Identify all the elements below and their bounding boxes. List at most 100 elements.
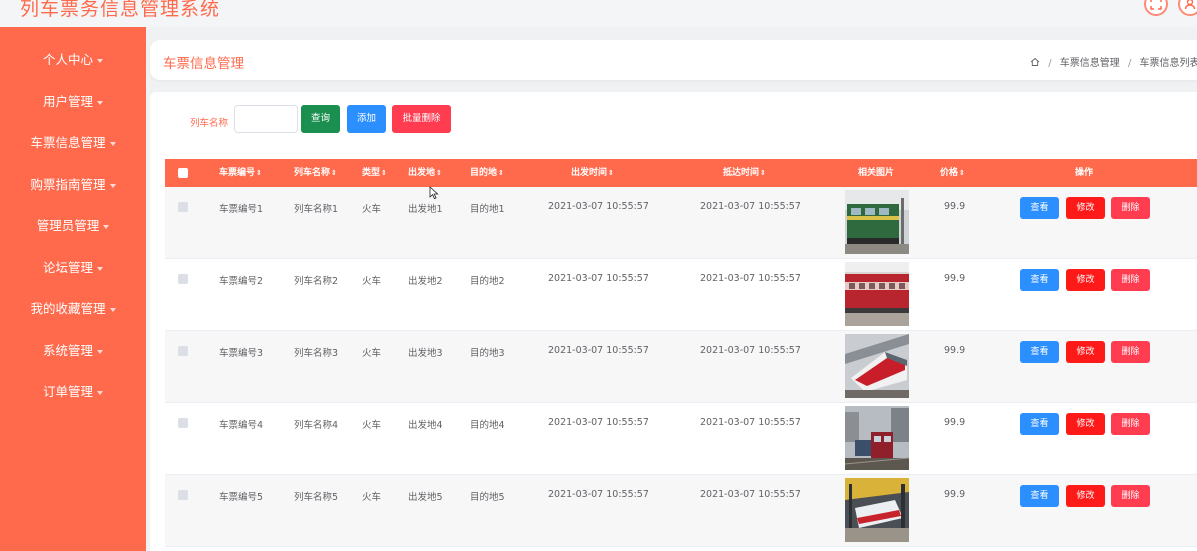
view-button[interactable]: 查看 <box>1020 269 1059 291</box>
delete-button[interactable]: 删除 <box>1111 197 1150 219</box>
view-button[interactable]: 查看 <box>1020 413 1059 435</box>
sidebar-item-guide-management[interactable]: 购票指南管理 <box>0 170 146 200</box>
table-row: 车票编号5 列车名称5 火车 出发地5 目的地5 2021-03-07 10:5… <box>165 475 1197 547</box>
ticket-table: 车票编号⇕ 列车名称⇕ 类型⇕ 出发地⇕ 目的地⇕ 出发时间⇕ 抵达时间⇕ 相关… <box>165 159 1197 551</box>
table-header: 车票编号⇕ 列车名称⇕ 类型⇕ 出发地⇕ 目的地⇕ 出发时间⇕ 抵达时间⇕ 相关… <box>165 159 1197 187</box>
depart-time-cell: 2021-03-07 10:55:57 <box>548 489 649 500</box>
train-photo[interactable] <box>845 334 909 398</box>
column-header-depart-time[interactable]: 出发时间⇕ <box>571 159 614 187</box>
origin-cell: 出发地2 <box>408 276 443 287</box>
home-icon[interactable] <box>1030 57 1040 67</box>
sidebar-item-order-management[interactable]: 订单管理 <box>0 377 146 407</box>
row-checkbox[interactable] <box>178 274 188 284</box>
train-name-cell: 列车名称1 <box>294 204 339 215</box>
train-photo[interactable] <box>845 262 909 326</box>
select-all-checkbox[interactable] <box>178 168 188 178</box>
caret-down-icon <box>97 58 103 63</box>
column-header-image: 相关图片 <box>858 168 895 178</box>
sidebar-item-label: 系统管理 <box>42 343 93 358</box>
edit-button[interactable]: 修改 <box>1066 269 1105 291</box>
caret-down-icon <box>109 141 116 146</box>
train-name-input[interactable] <box>234 105 298 133</box>
caret-down-icon <box>109 183 116 188</box>
caret-down-icon <box>97 390 103 395</box>
train-photo[interactable] <box>845 406 909 470</box>
price-cell: 99.9 <box>944 345 966 356</box>
edit-button[interactable]: 修改 <box>1066 413 1105 435</box>
sidebar-item-admin-management[interactable]: 管理员管理 <box>0 211 146 241</box>
sort-icon[interactable]: ⇕ <box>498 169 504 177</box>
edit-button[interactable]: 修改 <box>1066 341 1105 363</box>
type-cell: 火车 <box>362 276 382 287</box>
train-photo[interactable] <box>845 190 909 254</box>
column-header-arrive-time[interactable]: 抵达时间⇕ <box>723 159 766 187</box>
delete-button[interactable]: 删除 <box>1111 269 1150 291</box>
arrive-time-cell: 2021-03-07 10:55:57 <box>700 417 801 428</box>
origin-cell: 出发地4 <box>408 420 443 431</box>
sort-icon[interactable]: ⇕ <box>256 169 262 177</box>
batch-delete-button[interactable]: 批量删除 <box>392 105 451 133</box>
arrive-time-cell: 2021-03-07 10:55:57 <box>700 273 801 284</box>
sort-icon[interactable]: ⇕ <box>959 169 965 177</box>
view-button[interactable]: 查看 <box>1020 485 1059 507</box>
sort-icon[interactable]: ⇕ <box>381 169 387 177</box>
destination-cell: 目的地3 <box>470 348 505 359</box>
user-icon[interactable] <box>1178 0 1197 16</box>
sort-icon[interactable]: ⇕ <box>436 169 442 177</box>
table-row: 车票编号3 列车名称3 火车 出发地3 目的地3 2021-03-07 10:5… <box>165 331 1197 403</box>
add-button[interactable]: 添加 <box>347 105 386 133</box>
breadcrumb: / 车票信息管理 / 车票信息列表 <box>1030 54 1197 69</box>
sidebar-item-label: 管理员管理 <box>36 218 100 233</box>
ticket-no-cell: 车票编号3 <box>219 348 264 359</box>
row-checkbox[interactable] <box>178 418 188 428</box>
sidebar-item-label: 论坛管理 <box>42 260 93 275</box>
depart-time-cell: 2021-03-07 10:55:57 <box>548 345 649 356</box>
row-checkbox[interactable] <box>178 490 188 500</box>
sidebar-item-label: 我的收藏管理 <box>30 301 106 316</box>
column-header-ticket-no[interactable]: 车票编号⇕ <box>219 159 262 187</box>
edit-button[interactable]: 修改 <box>1066 197 1105 219</box>
query-button[interactable]: 查询 <box>301 105 340 133</box>
sidebar-item-label: 用户管理 <box>42 94 93 109</box>
edit-button[interactable]: 修改 <box>1066 485 1105 507</box>
column-header-destination[interactable]: 目的地⇕ <box>470 159 504 187</box>
depart-time-cell: 2021-03-07 10:55:57 <box>548 273 649 284</box>
column-header-train-name[interactable]: 列车名称⇕ <box>294 159 337 187</box>
origin-cell: 出发地1 <box>408 204 443 215</box>
type-cell: 火车 <box>362 348 382 359</box>
delete-button[interactable]: 删除 <box>1111 341 1150 363</box>
caret-down-icon <box>97 266 103 271</box>
breadcrumb-item[interactable]: 车票信息管理 <box>1060 58 1120 69</box>
column-header-price[interactable]: 价格⇕ <box>940 159 965 187</box>
train-name-cell: 列车名称3 <box>294 348 339 359</box>
page-header: 车票信息管理 / 车票信息管理 / 车票信息列表 <box>150 40 1197 80</box>
row-checkbox[interactable] <box>178 346 188 356</box>
sort-icon[interactable]: ⇕ <box>760 169 766 177</box>
sidebar-item-ticket-management[interactable]: 车票信息管理 <box>0 128 146 158</box>
sort-icon[interactable]: ⇕ <box>608 169 614 177</box>
caret-down-icon <box>97 100 103 105</box>
view-button[interactable]: 查看 <box>1020 341 1059 363</box>
column-header-type[interactable]: 类型⇕ <box>362 159 387 187</box>
caret-down-icon <box>97 349 103 354</box>
delete-button[interactable]: 删除 <box>1111 485 1150 507</box>
caret-down-icon <box>103 224 110 229</box>
sidebar-item-system-management[interactable]: 系统管理 <box>0 336 146 366</box>
train-photo[interactable] <box>845 478 909 542</box>
type-cell: 火车 <box>362 204 382 215</box>
view-button[interactable]: 查看 <box>1020 197 1059 219</box>
delete-button[interactable]: 删除 <box>1111 413 1150 435</box>
type-cell: 火车 <box>362 420 382 431</box>
sort-icon[interactable]: ⇕ <box>331 169 337 177</box>
sidebar-item-label: 购票指南管理 <box>30 177 106 192</box>
sidebar-item-forum-management[interactable]: 论坛管理 <box>0 253 146 283</box>
sidebar-item-favorites-management[interactable]: 我的收藏管理 <box>0 294 146 324</box>
breadcrumb-item: 车票信息列表 <box>1139 58 1197 69</box>
sidebar-item-user-management[interactable]: 用户管理 <box>0 87 146 117</box>
fullscreen-icon[interactable] <box>1144 0 1168 16</box>
row-checkbox[interactable] <box>178 202 188 212</box>
train-name-label: 列车名称 <box>190 118 229 129</box>
sidebar-item-personal-center[interactable]: 个人中心 <box>0 45 146 75</box>
column-header-origin[interactable]: 出发地⇕ <box>408 159 442 187</box>
train-name-cell: 列车名称4 <box>294 420 339 431</box>
